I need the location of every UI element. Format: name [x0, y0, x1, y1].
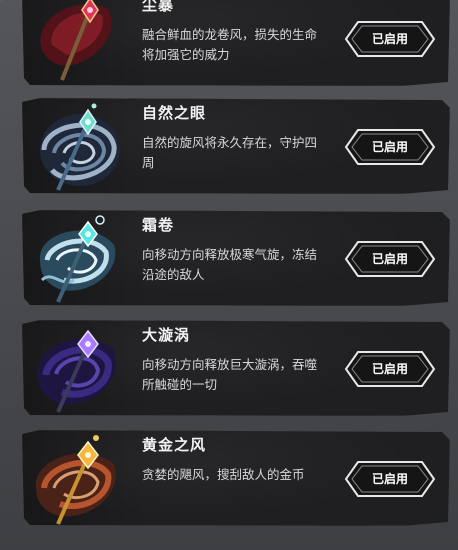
- skill-description: 贪婪的飓风，搜刮敌人的金币: [142, 467, 305, 482]
- enabled-button[interactable]: 已启用: [344, 460, 436, 498]
- frost-vortex-staff-icon: [22, 210, 134, 306]
- enabled-button[interactable]: 已启用: [344, 240, 436, 278]
- enabled-button[interactable]: 已启用: [344, 350, 436, 388]
- enabled-button[interactable]: 已启用: [344, 20, 436, 58]
- skill-name: 霜卷: [142, 216, 175, 234]
- dust-storm-staff-icon: [22, 0, 134, 86]
- skill-name: 自然之眼: [142, 104, 207, 122]
- skill-description: 向移动方向释放极寒气旋，冻结沿途的敌人: [142, 247, 318, 282]
- skill-card-frost-vortex: 霜卷 向移动方向释放极寒气旋，冻结沿途的敌人 已启用: [22, 210, 450, 306]
- skill-description: 融合鲜血的龙卷风，损失的生命将加强它的威力: [142, 27, 318, 62]
- button-label: 已启用: [371, 252, 408, 266]
- skill-card-dust-storm: 尘暴 融合鲜血的龙卷风，损失的生命将加强它的威力 已启用: [22, 0, 450, 86]
- button-label: 已启用: [371, 32, 408, 46]
- skill-card-golden-wind: 黄金之风 贪婪的飓风，搜刮敌人的金币 已启用: [22, 430, 450, 526]
- nature-eye-staff-icon: [22, 98, 134, 194]
- golden-wind-staff-icon: [22, 430, 134, 526]
- enabled-button[interactable]: 已启用: [344, 128, 436, 166]
- button-label: 已启用: [371, 472, 408, 486]
- skill-name: 黄金之风: [142, 436, 207, 454]
- skill-description: 自然的旋风将永久存在，守护四周: [142, 135, 318, 170]
- skill-description: 向移动方向释放巨大漩涡，吞噬所触碰的一切: [142, 357, 318, 392]
- skill-name: 尘暴: [142, 0, 175, 14]
- skill-card-nature-eye: 自然之眼 自然的旋风将永久存在，守护四周 已启用: [22, 98, 450, 194]
- skill-name: 大漩涡: [142, 326, 191, 344]
- maelstrom-staff-icon: [22, 320, 134, 416]
- skill-card-maelstrom: 大漩涡 向移动方向释放巨大漩涡，吞噬所触碰的一切 已启用: [22, 320, 450, 416]
- button-label: 已启用: [371, 362, 408, 376]
- button-label: 已启用: [371, 140, 408, 154]
